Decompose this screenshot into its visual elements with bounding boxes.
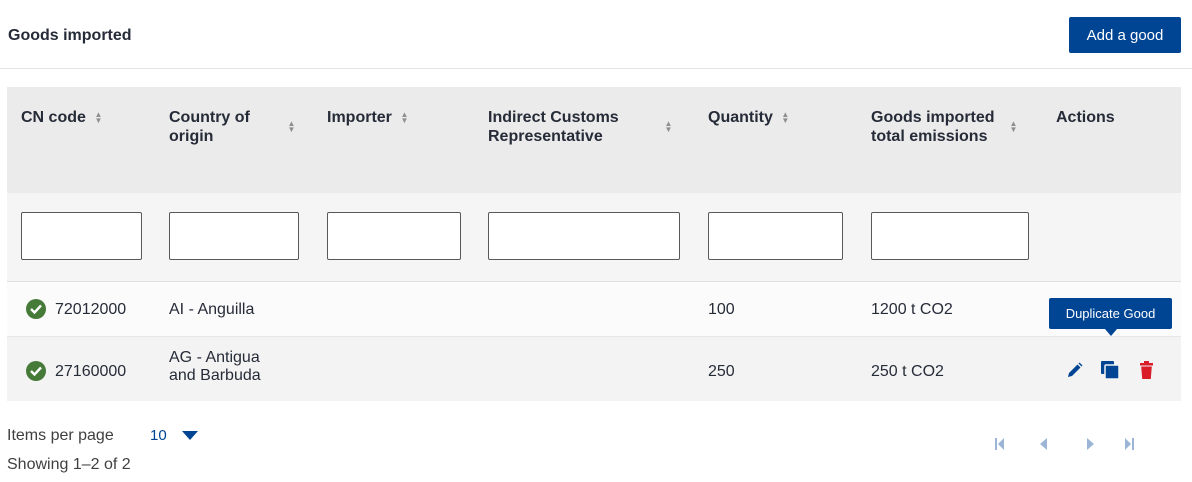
column-header-actions: Actions — [1056, 108, 1115, 127]
next-page-icon[interactable] — [1087, 437, 1094, 455]
representative-filter-input[interactable] — [488, 212, 680, 260]
last-page-icon[interactable] — [1125, 437, 1134, 455]
sort-icon[interactable]: ▲ ▼ — [94, 110, 103, 124]
sort-icon[interactable]: ▲ ▼ — [400, 110, 409, 124]
cn-code-filter-input[interactable] — [21, 212, 142, 260]
sort-icon[interactable]: ▲ ▼ — [287, 120, 296, 134]
column-header-cn-code[interactable]: CN code ▲ ▼ — [21, 108, 103, 127]
sort-icon[interactable]: ▲ ▼ — [1009, 120, 1018, 134]
table-row: 72012000 AI - Anguilla 100 1200 t CO2 — [7, 282, 1181, 337]
previous-page-icon[interactable] — [1040, 437, 1047, 455]
table-row: 27160000 AG - Antigua and Barbuda 250 25… — [7, 337, 1181, 401]
trash-icon[interactable] — [1140, 361, 1153, 384]
first-page-icon[interactable] — [995, 437, 1004, 455]
add-good-button[interactable]: Add a good — [1069, 17, 1181, 53]
column-label: Quantity — [708, 109, 773, 126]
column-label: Indirect Customs Representative — [488, 109, 619, 145]
column-label: Actions — [1056, 109, 1115, 126]
quantity-filter-input[interactable] — [708, 212, 843, 260]
column-header-quantity[interactable]: Quantity ▲ ▼ — [708, 108, 790, 127]
filter-row — [7, 193, 1181, 282]
country-filter-input[interactable] — [169, 212, 299, 260]
emissions-filter-input[interactable] — [871, 212, 1029, 260]
check-circle-icon — [26, 361, 46, 381]
sort-icon[interactable]: ▲ ▼ — [664, 120, 673, 134]
cn-code-cell: 72012000 — [55, 301, 127, 318]
chevron-down-icon[interactable] — [182, 431, 198, 440]
copy-icon[interactable] — [1100, 360, 1120, 385]
emissions-cell: 250 t CO2 — [871, 363, 944, 380]
country-cell: AI - Anguilla — [169, 301, 255, 318]
cn-code-cell: 27160000 — [55, 363, 127, 380]
column-header-representative[interactable]: Indirect Customs Representative ▲ ▼ — [488, 108, 673, 146]
column-label: Importer — [327, 109, 392, 126]
country-cell: AG - Antigua and Barbuda — [169, 349, 261, 384]
quantity-cell: 100 — [708, 301, 735, 318]
items-per-page-label: Items per page — [7, 427, 114, 444]
page-header: Goods imported Add a good — [0, 0, 1192, 69]
check-circle-icon — [26, 299, 46, 319]
importer-filter-input[interactable] — [327, 212, 461, 260]
column-label: Country of origin — [169, 109, 250, 145]
page-title: Goods imported — [8, 27, 132, 44]
items-per-page-select[interactable]: 10 — [150, 427, 167, 444]
column-header-country[interactable]: Country of origin ▲ ▼ — [169, 108, 296, 146]
table-header: CN code ▲ ▼ Country of origin ▲ ▼ Importer… — [7, 87, 1181, 193]
column-label: Goods imported total emissions — [871, 109, 995, 145]
emissions-cell: 1200 t CO2 — [871, 301, 953, 318]
column-header-importer[interactable]: Importer ▲ ▼ — [327, 108, 409, 127]
pencil-icon[interactable] — [1066, 362, 1083, 384]
quantity-cell: 250 — [708, 363, 735, 380]
duplicate-tooltip: Duplicate Good — [1049, 298, 1172, 329]
column-header-emissions[interactable]: Goods imported total emissions ▲ ▼ — [871, 108, 1018, 146]
column-label: CN code — [21, 109, 86, 126]
tooltip-arrow — [1105, 329, 1117, 336]
sort-icon[interactable]: ▲ ▼ — [781, 110, 790, 124]
showing-count: Showing 1–2 of 2 — [7, 456, 131, 473]
